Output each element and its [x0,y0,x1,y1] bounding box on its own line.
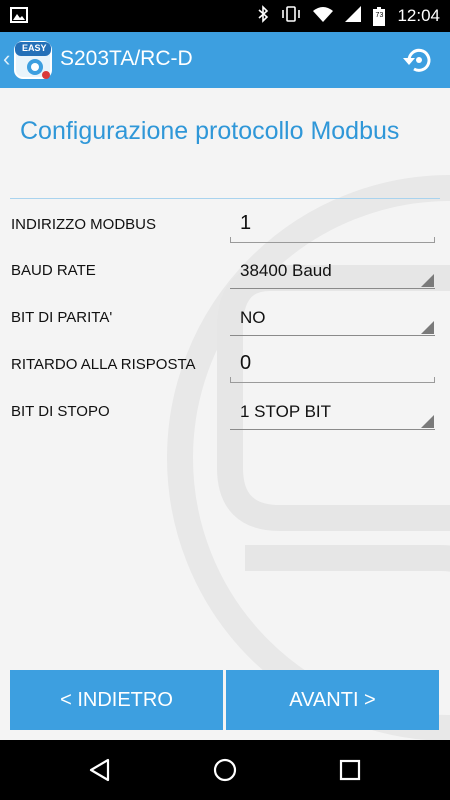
nav-recents-icon[interactable] [339,759,361,786]
row-label: BAUD RATE [11,262,96,279]
modbus-address-input[interactable]: 1 [230,208,435,243]
content-area: Configurazione protocollo Modbus INDIRIZ… [0,88,450,740]
response-delay-input[interactable]: 0 [230,348,435,383]
next-button[interactable]: AVANTI > [226,670,439,730]
bluetooth-icon [257,4,269,28]
dropdown-arrow-icon [421,321,434,334]
battery-level: 73 [375,11,384,19]
row-label: BIT DI PARITA' [11,309,113,326]
field-value: 0 [240,352,252,374]
baud-rate-select[interactable]: 38400 Baud [230,254,435,289]
divider [10,198,440,199]
clock: 12:04 [397,6,440,25]
nav-home-icon[interactable] [213,758,237,787]
page-title: Configurazione protocollo Modbus [20,117,400,145]
row-label: BIT DI STOPO [11,403,110,420]
status-bar: 73 12:04 [0,0,450,32]
form-row-modbus-address: INDIRIZZO MODBUS 1 [0,202,450,248]
app-logo[interactable]: EASY [13,40,53,80]
dropdown-arrow-icon [421,415,434,428]
navigation-bar [0,740,450,800]
image-icon [10,7,28,28]
chevron-left-icon[interactable]: ‹ [3,46,10,72]
field-value: 38400 Baud [240,261,332,280]
dropdown-arrow-icon [421,274,434,287]
restart-icon[interactable] [400,42,436,78]
form-row-stop-bits: BIT DI STOPO 1 STOP BIT [0,389,450,435]
wifi-icon [313,6,334,27]
signal-icon [345,5,362,27]
form-row-baud-rate: BAUD RATE 38400 Baud [0,248,450,294]
field-value: 1 [240,212,252,234]
parity-select[interactable]: NO [230,301,435,336]
app-bar: ‹ EASY S203TA/RC-D [0,32,450,88]
stop-bits-select[interactable]: 1 STOP BIT [230,395,435,430]
nav-back-icon[interactable] [88,758,112,787]
vibrate-icon [281,5,301,27]
row-label: INDIRIZZO MODBUS [11,216,156,233]
battery-icon: 73 [373,6,386,26]
form-row-response-delay: RITARDO ALLA RISPOSTA 0 [0,342,450,388]
field-value: NO [240,308,266,327]
app-title: S203TA/RC-D [60,47,193,70]
row-label: RITARDO ALLA RISPOSTA [11,356,196,373]
back-button[interactable]: < INDIETRO [10,670,223,730]
app-logo-text: EASY [22,43,47,53]
field-value: 1 STOP BIT [240,402,332,421]
form-row-parity: BIT DI PARITA' NO [0,295,450,341]
